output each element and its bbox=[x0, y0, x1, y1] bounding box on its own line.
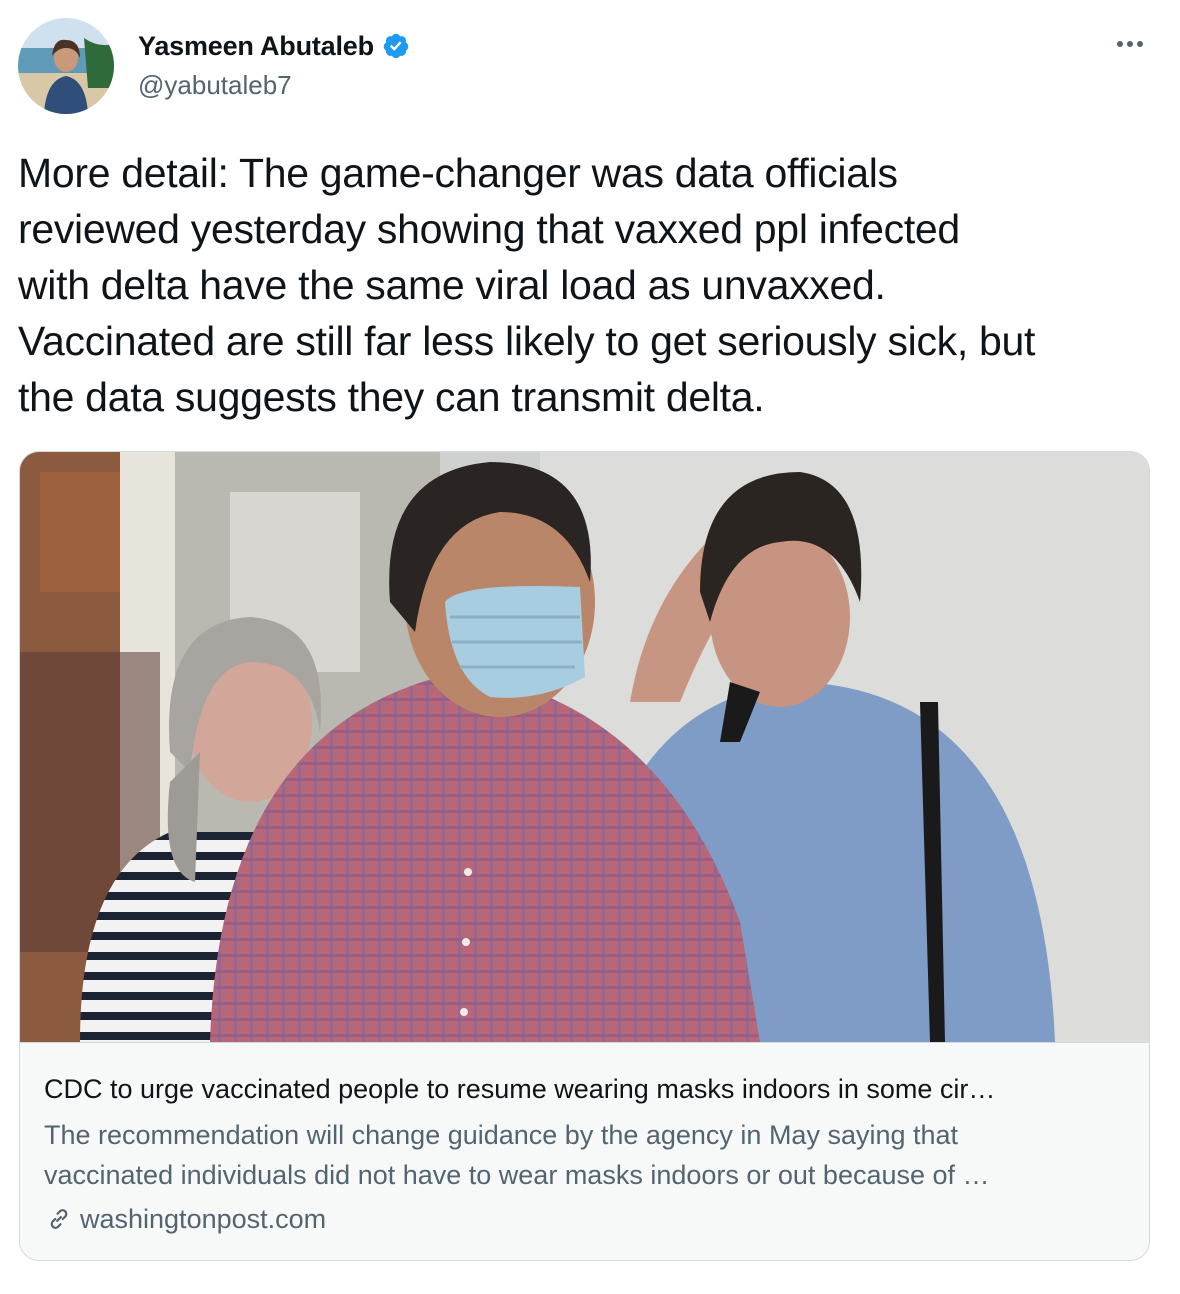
link-icon bbox=[50, 1209, 68, 1229]
card-image[interactable] bbox=[20, 452, 1149, 1042]
card-description-line: vaccinated individuals did not have to w… bbox=[44, 1160, 990, 1190]
card-domain-text[interactable]: washingtonpost.com bbox=[80, 1204, 326, 1235]
tweet-line: the data suggests they can transmit delt… bbox=[18, 374, 765, 420]
tweet-line: reviewed yesterday showing that vaxxed p… bbox=[18, 206, 960, 252]
card-domain[interactable]: washingtonpost.com bbox=[44, 1201, 326, 1237]
article-photo-icon bbox=[20, 452, 1149, 1042]
tweet: Yasmeen Abutaleb @yabutaleb7 More detail… bbox=[0, 0, 1180, 1294]
tweet-text: More detail: The game-changer was data o… bbox=[18, 145, 1158, 425]
author-handle[interactable]: @yabutaleb7 bbox=[138, 70, 292, 101]
card-title[interactable]: CDC to urge vaccinated people to resume … bbox=[44, 1071, 1124, 1107]
more-options-dot bbox=[1137, 41, 1143, 47]
link-card[interactable]: CDC to urge vaccinated people to resume … bbox=[19, 451, 1150, 1261]
display-name[interactable]: Yasmeen Abutaleb bbox=[138, 31, 374, 62]
tweet-line: More detail: The game-changer was data o… bbox=[18, 150, 898, 196]
more-options-icon bbox=[1117, 41, 1123, 47]
card-description-line: The recommendation will change guidance … bbox=[44, 1120, 959, 1150]
tweet-line: with delta have the same viral load as u… bbox=[18, 262, 886, 308]
more-options-dot bbox=[1127, 41, 1133, 47]
tweet-line: Vaccinated are still far less likely to … bbox=[18, 318, 1036, 364]
more-options-button[interactable] bbox=[1110, 26, 1150, 62]
author-name-row: Yasmeen Abutaleb bbox=[138, 28, 410, 64]
avatar[interactable] bbox=[18, 18, 114, 114]
verified-badge-icon bbox=[383, 33, 409, 59]
card-body[interactable]: CDC to urge vaccinated people to resume … bbox=[20, 1042, 1149, 1260]
card-description: The recommendation will change guidance … bbox=[44, 1115, 1124, 1195]
profile-photo-icon bbox=[18, 18, 114, 114]
